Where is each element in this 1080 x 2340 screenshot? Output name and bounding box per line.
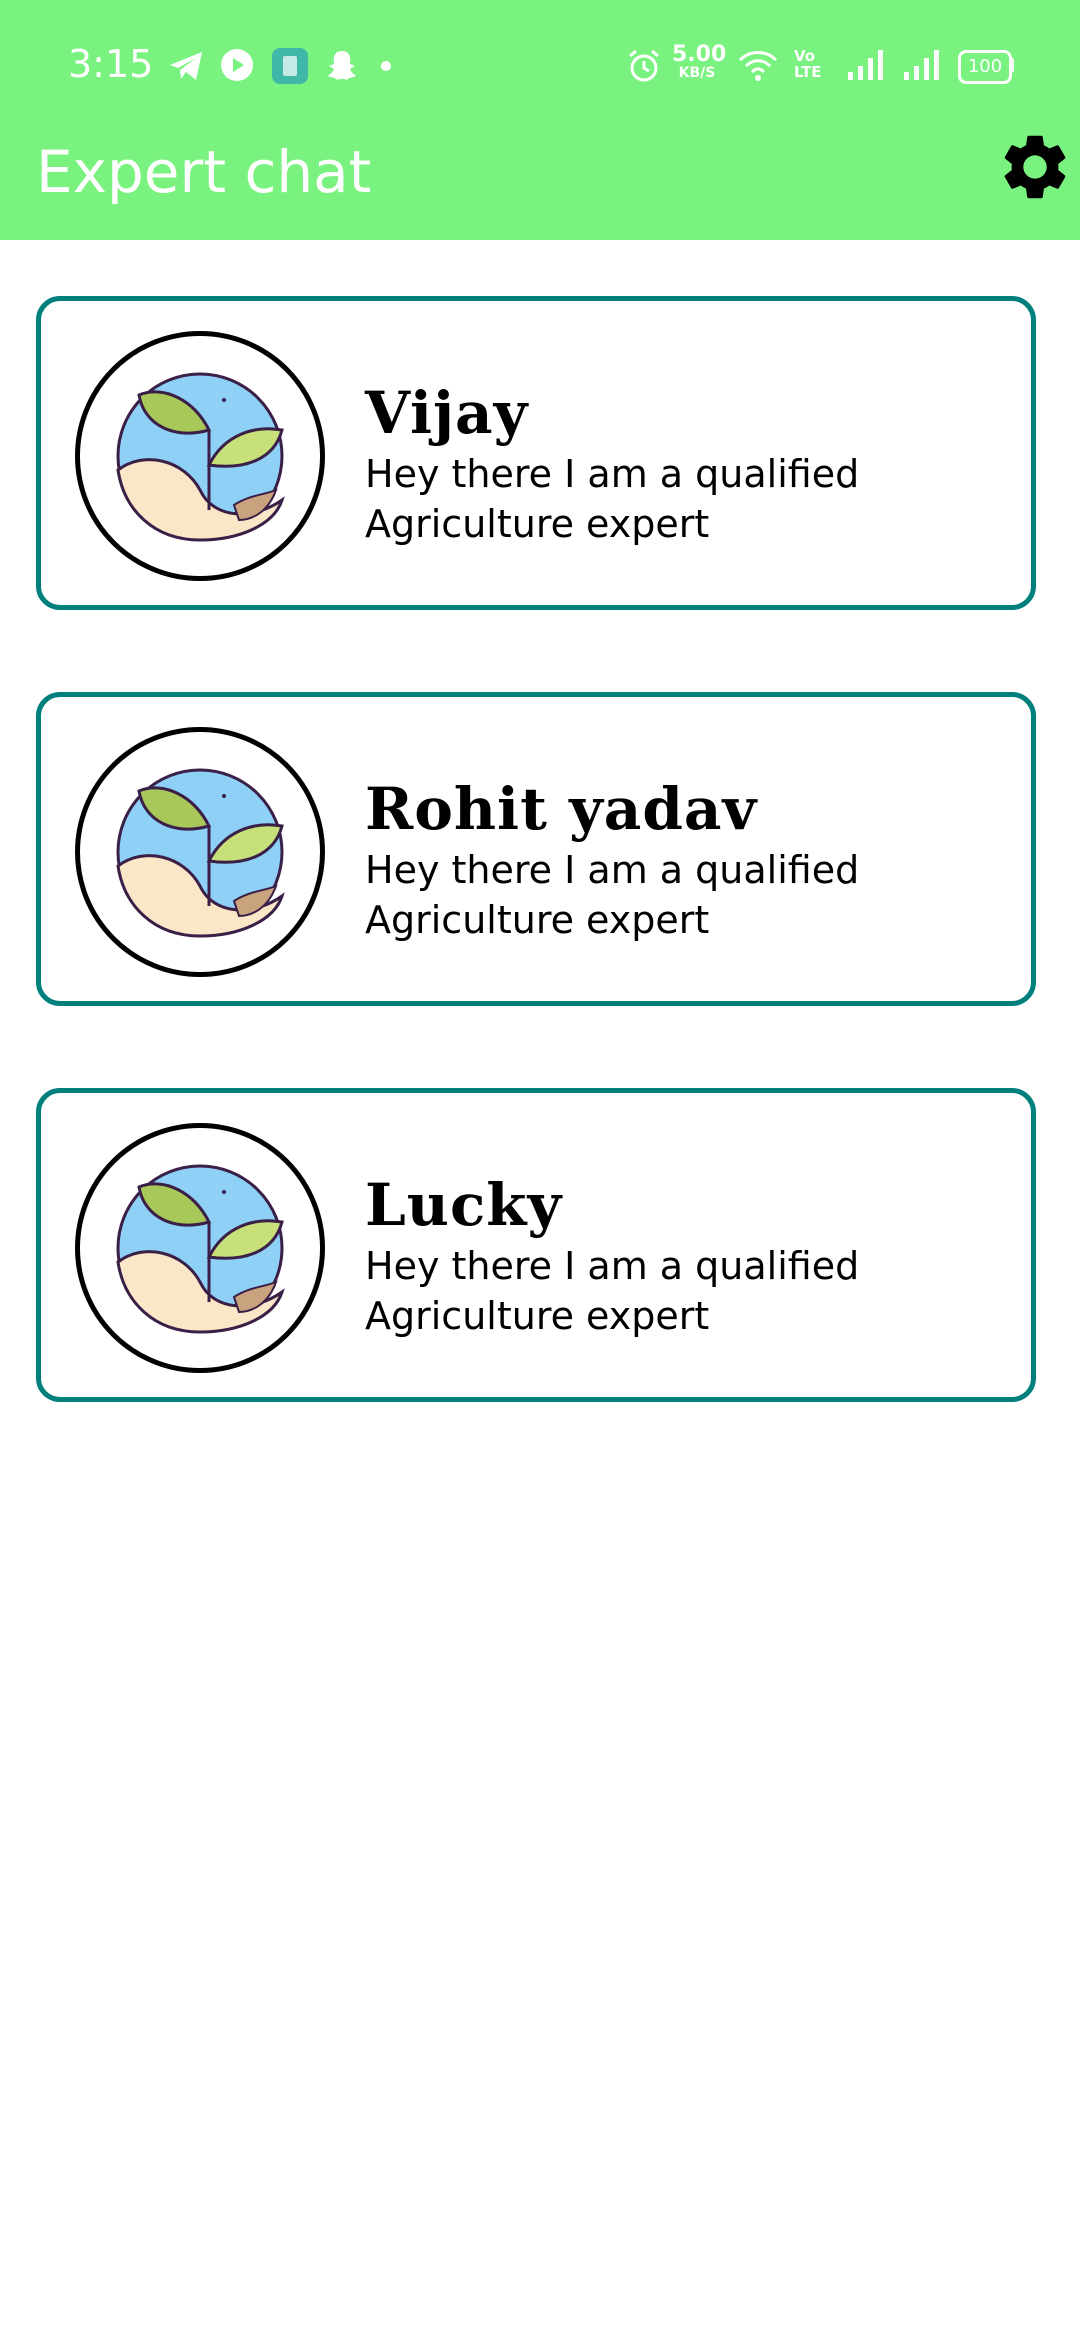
avatar bbox=[75, 331, 325, 581]
youtube-icon bbox=[221, 49, 253, 81]
expert-card[interactable]: Lucky Hey there I am a qualified Agricul… bbox=[36, 1088, 1036, 1402]
gear-icon[interactable] bbox=[996, 128, 1074, 206]
dot-icon bbox=[381, 61, 391, 71]
expert-name: Lucky bbox=[365, 1171, 563, 1239]
telegram-icon bbox=[170, 52, 202, 80]
signal-icon bbox=[904, 50, 939, 80]
wifi-icon bbox=[738, 51, 778, 81]
battery-icon: 100 bbox=[958, 50, 1012, 84]
expert-message: Hey there I am a qualified Agriculture e… bbox=[365, 452, 860, 546]
page-title: Expert chat bbox=[36, 138, 372, 206]
expert-card[interactable]: Rohit yadav Hey there I am a qualified A… bbox=[36, 692, 1036, 1006]
expert-card[interactable]: Vijay Hey there I am a qualified Agricul… bbox=[36, 296, 1036, 610]
plant-logo-icon bbox=[116, 768, 285, 938]
status-bar: 3:15 5.00 KB/S Vo LTE 100 bbox=[0, 0, 1080, 132]
battery-tip bbox=[1010, 58, 1014, 72]
alarm-icon bbox=[629, 49, 659, 82]
app-icon bbox=[272, 48, 308, 84]
plant-logo-icon bbox=[116, 372, 285, 542]
snapchat-icon bbox=[328, 51, 356, 80]
expert-name: Vijay bbox=[365, 379, 529, 447]
expert-name: Rohit yadav bbox=[365, 775, 758, 843]
signal-icon bbox=[848, 50, 883, 80]
volte-label: Vo LTE bbox=[794, 47, 822, 81]
expert-message: Hey there I am a qualified Agriculture e… bbox=[365, 1244, 860, 1338]
avatar bbox=[75, 727, 325, 977]
expert-message: Hey there I am a qualified Agriculture e… bbox=[365, 848, 860, 942]
app-bar: 3:15 5.00 KB/S Vo LTE 100 Expert chat bbox=[0, 0, 1080, 240]
avatar bbox=[75, 1123, 325, 1373]
net-speed: 5.00 KB/S bbox=[672, 42, 727, 81]
status-time: 3:15 bbox=[68, 42, 154, 86]
plant-logo-icon bbox=[116, 1164, 285, 1334]
